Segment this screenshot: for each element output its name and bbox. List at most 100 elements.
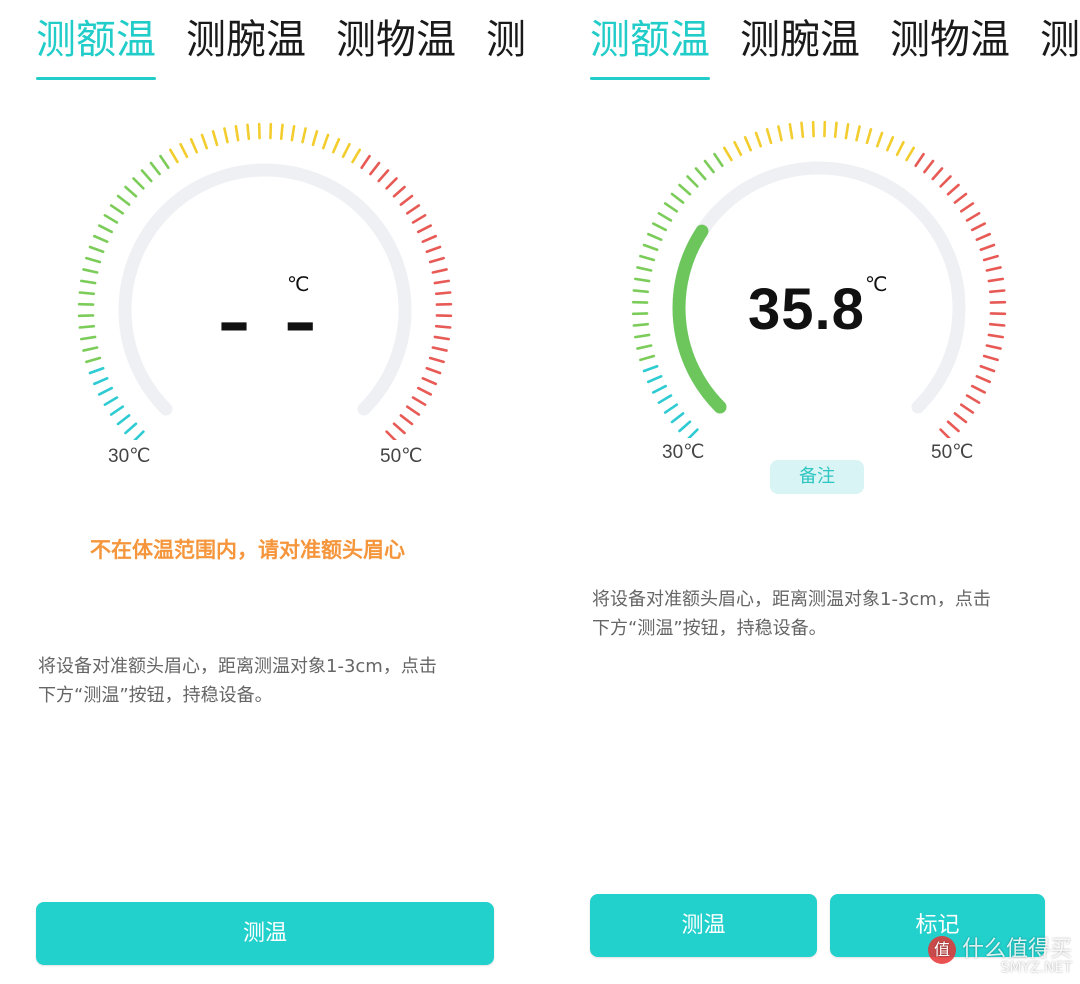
gauge-tick bbox=[88, 245, 105, 254]
gauge-tick bbox=[211, 130, 219, 147]
gauge-tick bbox=[124, 422, 138, 435]
instruction-line-1: 将设备对准额头眉心，距离测温对象1-3cm，点击 bbox=[38, 656, 437, 677]
instruction-line-2: 下方“测温”按钮，持稳设备。 bbox=[38, 685, 273, 706]
gauge-tick bbox=[982, 254, 999, 262]
tab-wrist[interactable]: 测腕温 bbox=[740, 14, 860, 66]
gauge-tick bbox=[411, 214, 427, 224]
gauge-tick bbox=[636, 344, 653, 350]
gauge-tick bbox=[788, 122, 794, 140]
tab-forehead[interactable]: 测额温 bbox=[36, 14, 156, 80]
gauge-min-label: 30℃ bbox=[108, 446, 151, 467]
gauge-tick bbox=[321, 133, 330, 150]
gauge-tick bbox=[987, 333, 1005, 339]
gauge-tick bbox=[159, 154, 170, 170]
gauge-tick bbox=[946, 183, 960, 196]
tab-wrist[interactable]: 测腕温 bbox=[186, 14, 306, 66]
gauge-tick bbox=[97, 386, 114, 396]
gauge-tick bbox=[678, 183, 692, 196]
temperature-gauge bbox=[77, 122, 453, 440]
gauge-max-label: 50℃ bbox=[380, 446, 423, 467]
gauge-tick bbox=[914, 152, 925, 168]
gauge-tick bbox=[905, 146, 915, 162]
gauge-tick bbox=[855, 125, 861, 142]
gauge-tick bbox=[399, 414, 414, 426]
mode-tabs: 测额温 测腕温 测物温测 bbox=[36, 14, 540, 80]
gauge-tick bbox=[970, 222, 987, 232]
gauge-tick bbox=[975, 232, 992, 241]
gauge-tick bbox=[953, 412, 968, 424]
gauge-tick bbox=[392, 185, 406, 198]
measure-button[interactable]: 测温 bbox=[590, 894, 817, 957]
unit-label: ℃ bbox=[865, 272, 888, 296]
gauge-max-label: 50℃ bbox=[931, 442, 974, 463]
gauge-tick bbox=[670, 412, 685, 424]
tab-forehead[interactable]: 测额温 bbox=[590, 14, 710, 80]
gauge-tick bbox=[434, 324, 452, 329]
gauge-tick bbox=[979, 364, 996, 373]
gauge-tick bbox=[632, 322, 650, 327]
gauge-tick bbox=[428, 256, 445, 264]
gauge-tick bbox=[433, 279, 451, 285]
gauge-tick bbox=[777, 125, 783, 142]
watermark-text: 什么值得买 bbox=[961, 937, 1072, 962]
gauge-tick bbox=[109, 405, 125, 416]
gauge-tick bbox=[78, 291, 96, 296]
gauge-tick bbox=[392, 422, 406, 435]
gauge-tick bbox=[743, 135, 752, 152]
gauge-tick bbox=[723, 146, 733, 162]
gauge-tick bbox=[428, 356, 445, 364]
tab-object[interactable]: 测物温 bbox=[336, 14, 456, 66]
tab-more[interactable]: 测 bbox=[486, 14, 526, 66]
gauge-tick bbox=[988, 289, 1006, 294]
gauge-tick bbox=[686, 175, 699, 188]
tab-object[interactable]: 测物温 bbox=[890, 14, 1010, 66]
gauge-tick bbox=[290, 124, 296, 142]
instruction-text: 将设备对准额头眉心，距离测温对象1-3cm，点击 下方“测温”按钮，持稳设备。 bbox=[38, 652, 437, 710]
gauge-tick bbox=[377, 169, 390, 183]
gauge-tick bbox=[425, 245, 442, 254]
out-of-range-warning: 不在体温范围内，请对准额头眉心 bbox=[90, 538, 405, 562]
gauge-tick bbox=[79, 335, 97, 341]
gauge-tick bbox=[421, 377, 438, 386]
gauge-tick bbox=[425, 366, 442, 375]
gauge-tick bbox=[875, 131, 884, 148]
gauge-tick bbox=[405, 405, 421, 416]
gauge-tick bbox=[332, 137, 341, 154]
gauge-tick bbox=[434, 291, 452, 296]
gauge-tick bbox=[179, 142, 189, 159]
gauge-min-label: 30℃ bbox=[662, 442, 705, 463]
gauge-tick bbox=[149, 161, 161, 176]
screen-with-reading: 测额温 测腕温 测物温测 ℃ 35.8 30℃ 50℃ 备注 将设备对准额头眉心，… bbox=[554, 0, 1080, 984]
gauge-tick bbox=[895, 140, 905, 157]
gauge-tick bbox=[651, 384, 668, 394]
gauge-tick bbox=[946, 420, 960, 433]
gauge-tick bbox=[116, 414, 131, 426]
gauge-tick bbox=[431, 346, 448, 352]
gauge-tick bbox=[657, 394, 673, 404]
gauge-tick bbox=[103, 214, 119, 224]
gauge-tick bbox=[223, 127, 229, 144]
gauge-tick bbox=[678, 420, 692, 433]
tab-more[interactable]: 测 bbox=[1040, 14, 1080, 66]
gauge-tick bbox=[421, 234, 438, 243]
gauge-tick bbox=[953, 192, 968, 204]
gauge-tick bbox=[765, 128, 773, 145]
gauge-tick bbox=[116, 194, 131, 206]
gauge-tick bbox=[92, 234, 109, 243]
gauge-tick bbox=[97, 224, 114, 234]
gauge-tick bbox=[633, 277, 651, 283]
gauge-tick bbox=[970, 384, 987, 394]
instruction-text: 将设备对准额头眉心，距离测温对象1-3cm，点击 下方“测温”按钮，持稳设备。 bbox=[592, 585, 991, 643]
gauge-tick bbox=[639, 354, 656, 362]
gauge-tick bbox=[169, 148, 179, 164]
gauge-tick bbox=[399, 194, 414, 206]
gauge-tick bbox=[959, 403, 975, 414]
gauge-tick bbox=[923, 159, 935, 174]
gauge-tick bbox=[133, 430, 145, 440]
measure-button[interactable]: 测温 bbox=[36, 902, 494, 965]
gauge-tick bbox=[433, 335, 451, 341]
note-button[interactable]: 备注 bbox=[770, 460, 864, 494]
gauge-tick bbox=[965, 212, 981, 222]
active-tab-indicator bbox=[36, 77, 156, 80]
gauge-tick bbox=[632, 289, 650, 294]
